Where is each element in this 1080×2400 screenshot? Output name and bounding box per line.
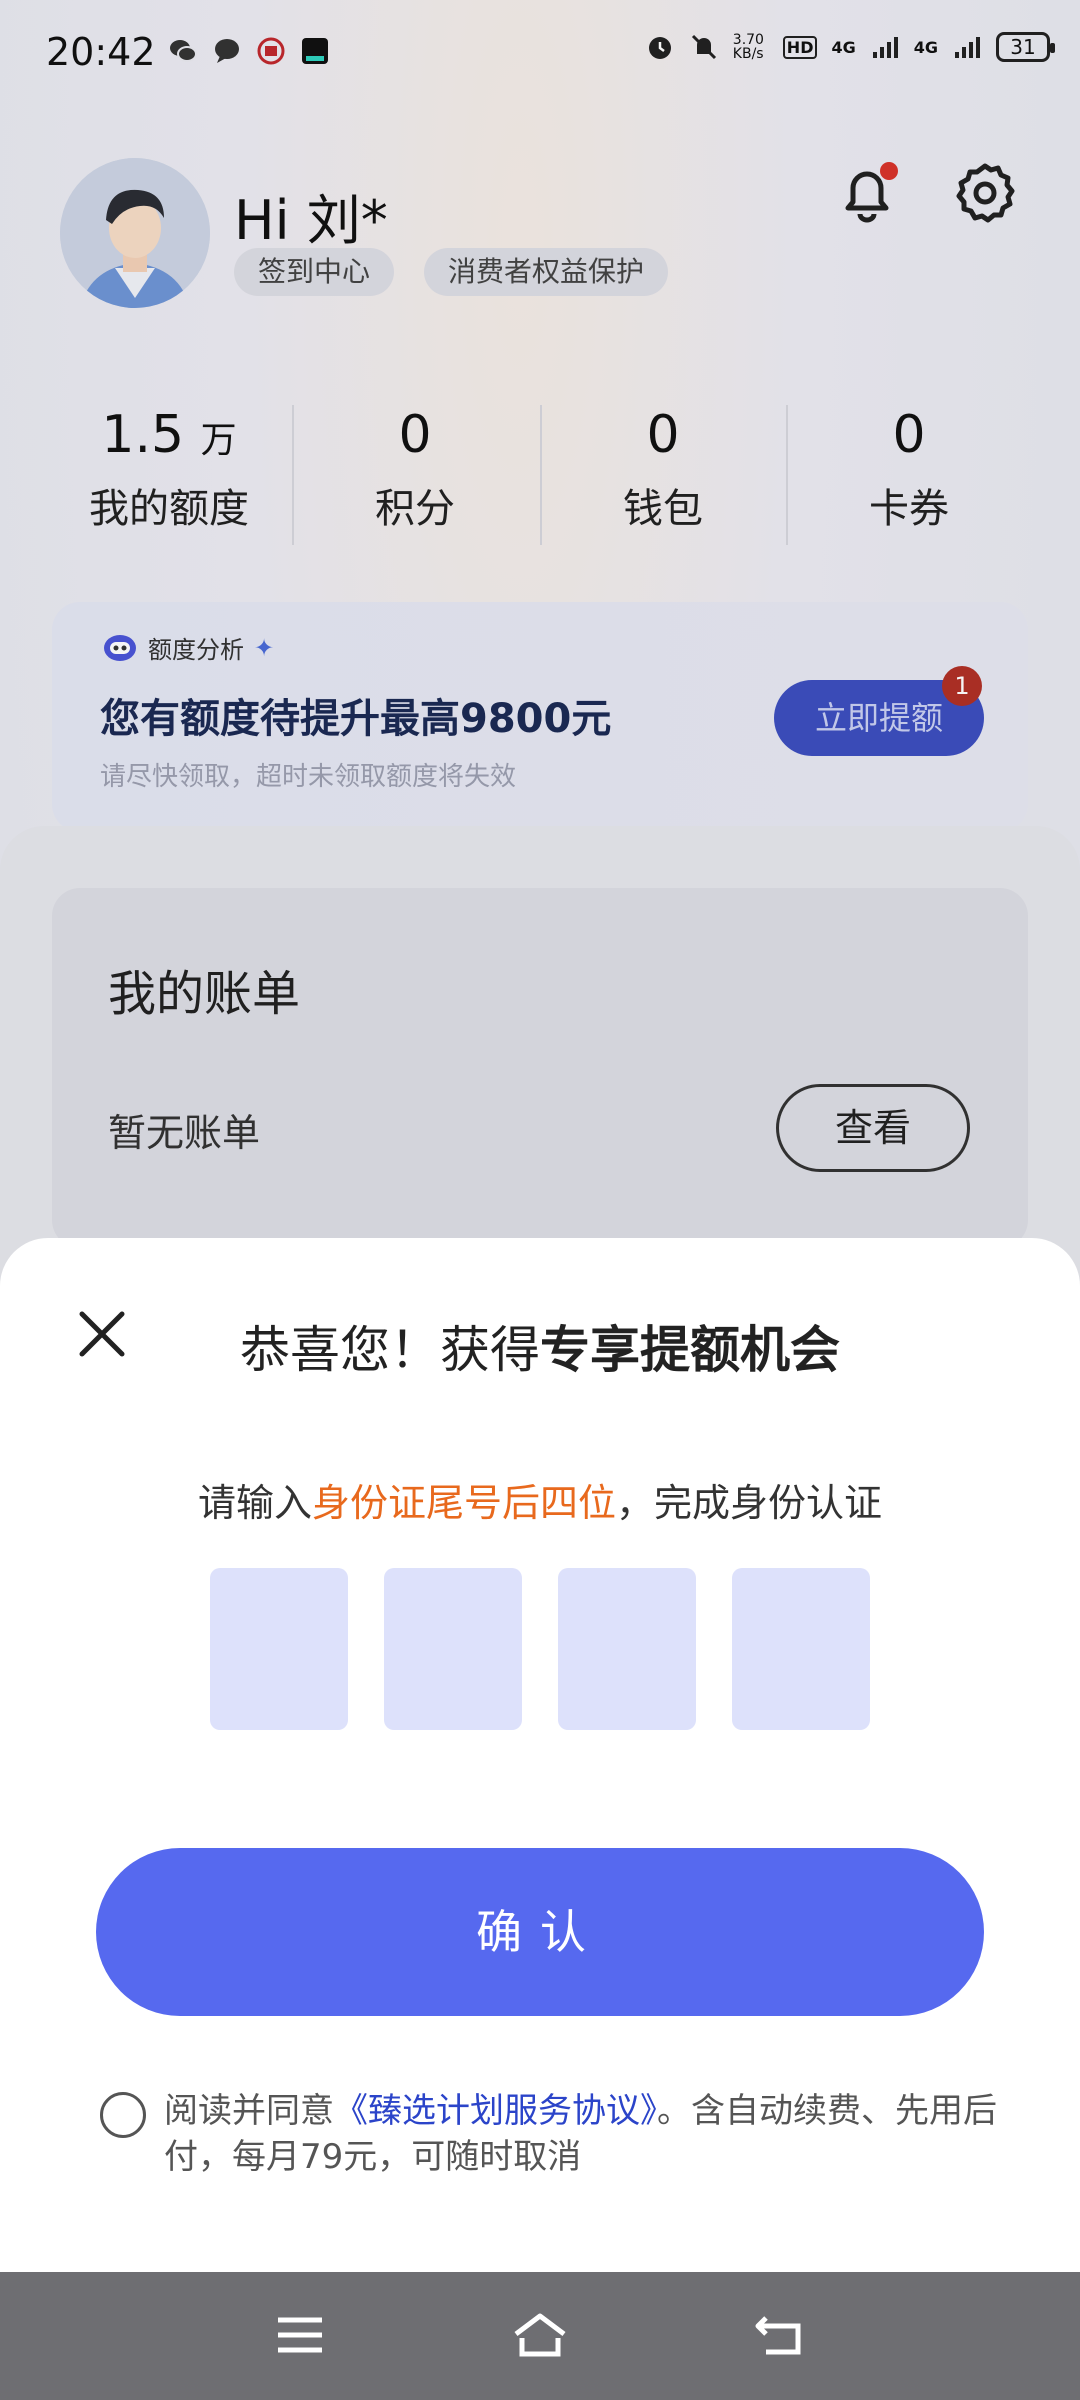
system-nav-bar [0, 2272, 1080, 2400]
id-digit-input-1[interactable] [210, 1568, 348, 1730]
id-digit-input-3[interactable] [558, 1568, 696, 1730]
back-icon[interactable] [752, 2310, 808, 2360]
modal-title-normal: 恭喜您！获得 [240, 1321, 540, 1379]
service-agreement-link[interactable]: 《臻选计划服务协议》 [334, 2091, 657, 2131]
instruction-post: ，完成身份认证 [616, 1481, 883, 1525]
modal-instruction: 请输入身份证尾号后四位，完成身份认证 [0, 1472, 1080, 1527]
instruction-highlight: 身份证尾号后四位 [311, 1481, 616, 1525]
agreement-text: 阅读并同意《臻选计划服务协议》。含自动续费、先用后付，每月79元，可随时取消 [164, 2088, 1024, 2180]
menu-icon[interactable] [272, 2310, 328, 2360]
agreement-checkbox[interactable] [100, 2092, 146, 2138]
id-digit-input-2[interactable] [384, 1568, 522, 1730]
id-digit-input-4[interactable] [732, 1568, 870, 1730]
confirm-button[interactable]: 确认 [96, 1848, 984, 2016]
modal-title: 恭喜您！获得专享提额机会 [0, 1310, 1080, 1382]
agreement-pre: 阅读并同意 [164, 2091, 334, 2131]
home-icon[interactable] [510, 2310, 570, 2360]
modal-title-bold: 专享提额机会 [540, 1321, 840, 1379]
instruction-pre: 请输入 [197, 1481, 312, 1525]
verification-modal: 恭喜您！获得专享提额机会 请输入身份证尾号后四位，完成身份认证 确认 阅读并同意… [0, 1238, 1080, 2272]
